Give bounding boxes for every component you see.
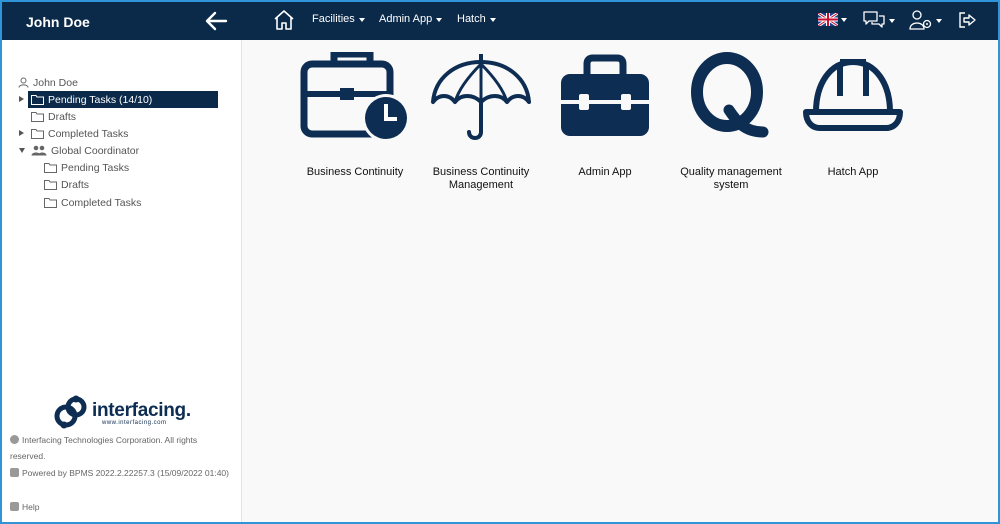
collapse-icon[interactable] <box>19 148 25 153</box>
info-icon <box>10 468 19 477</box>
user-icon <box>18 77 29 88</box>
app-business-continuity[interactable]: Business Continuity <box>300 52 410 178</box>
menu-admin-app[interactable]: Admin App <box>379 13 443 25</box>
tree-item-global-coordinator[interactable]: Global Coordinator <box>31 142 139 159</box>
tree-item-label: Completed Tasks <box>61 196 142 209</box>
tree-root-label: John Doe <box>33 76 78 89</box>
user-name: John Doe <box>26 14 90 30</box>
tree-item-label: Completed Tasks <box>48 127 129 140</box>
group-icon <box>31 145 47 156</box>
interfacing-logo: interfacing. www.interfacing.com <box>54 395 194 431</box>
chevron-down-icon <box>436 17 443 22</box>
chevron-down-icon <box>489 17 496 22</box>
tree-item-gc-pending-tasks[interactable]: Pending Tasks <box>44 159 129 176</box>
tree-item-label: Global Coordinator <box>51 144 140 157</box>
app-label: Business Continuity Management <box>432 166 530 191</box>
app-label: Admin App <box>578 166 632 178</box>
toolbox-icon <box>561 54 649 136</box>
app-hatch-app[interactable]: Hatch App <box>798 52 908 178</box>
tree-item-completed-tasks[interactable]: Completed Tasks <box>31 125 128 142</box>
logout-icon[interactable] <box>957 10 977 30</box>
logo-text: interfacing. <box>92 400 191 421</box>
back-arrow-icon[interactable] <box>204 10 228 32</box>
home-icon[interactable] <box>272 8 296 32</box>
help-icon <box>10 502 19 511</box>
tree-item-pending-tasks[interactable]: Pending Tasks (14/10) <box>28 91 218 108</box>
app-frame: John Doe John Doe Pending Tasks (14/10) … <box>0 0 1000 524</box>
user-settings-icon <box>909 10 932 30</box>
chevron-down-icon <box>841 18 847 22</box>
chevron-down-icon <box>889 18 895 23</box>
folder-icon <box>31 95 44 105</box>
chevron-down-icon <box>936 18 942 23</box>
tree-item-label: Drafts <box>48 110 77 123</box>
help-link[interactable]: Help <box>10 499 230 515</box>
chat-icon <box>863 11 885 28</box>
tree-item-gc-completed-tasks[interactable]: Completed Tasks <box>44 194 141 211</box>
folder-icon <box>31 129 44 139</box>
top-bar: Facilities Admin App Hatch <box>242 2 998 40</box>
folder-icon <box>44 180 57 190</box>
copyright-icon <box>10 435 19 444</box>
umbrella-icon <box>431 54 531 140</box>
folder-icon <box>44 198 57 208</box>
sidebar: John Doe John Doe Pending Tasks (14/10) … <box>2 2 242 522</box>
tree-root[interactable]: John Doe <box>18 74 78 91</box>
folder-icon <box>31 112 44 122</box>
app-label: Quality management system <box>680 166 782 191</box>
powered-by-text: Powered by BPMS 2022.2.22257.3 (15/09/20… <box>10 465 230 481</box>
briefcase-clock-icon <box>300 52 410 142</box>
tree-item-label: Pending Tasks (14/10) <box>48 93 153 106</box>
app-admin-app[interactable]: Admin App <box>550 52 660 178</box>
tree-item-gc-drafts[interactable]: Drafts <box>44 176 89 193</box>
interfacing-logo-mark-icon <box>54 395 87 429</box>
app-quality-management-system[interactable]: Quality management system <box>676 52 786 191</box>
copyright-text: Interfacing Technologies Corporation. Al… <box>10 435 198 461</box>
app-business-continuity-management[interactable]: Business Continuity Management <box>426 52 536 191</box>
app-label: Business Continuity <box>306 166 404 178</box>
folder-icon <box>44 163 57 173</box>
tree-item-label: Drafts <box>61 178 90 191</box>
hard-hat-icon <box>803 58 903 131</box>
expand-icon[interactable] <box>19 96 24 102</box>
menu-hatch[interactable]: Hatch <box>457 13 496 25</box>
user-settings-menu[interactable] <box>909 9 942 31</box>
expand-icon[interactable] <box>19 130 24 136</box>
logo-url: www.interfacing.com <box>102 420 167 426</box>
chat-menu[interactable] <box>862 9 895 31</box>
menu-facilities[interactable]: Facilities <box>312 13 365 25</box>
app-label: Hatch App <box>827 166 879 178</box>
chevron-down-icon <box>358 17 365 22</box>
tree-item-drafts[interactable]: Drafts <box>31 108 76 125</box>
language-selector[interactable] <box>818 13 847 26</box>
tree-item-label: Pending Tasks <box>61 161 130 174</box>
q-icon <box>691 52 769 138</box>
sidebar-header: John Doe <box>2 2 242 40</box>
uk-flag-icon <box>818 13 838 26</box>
